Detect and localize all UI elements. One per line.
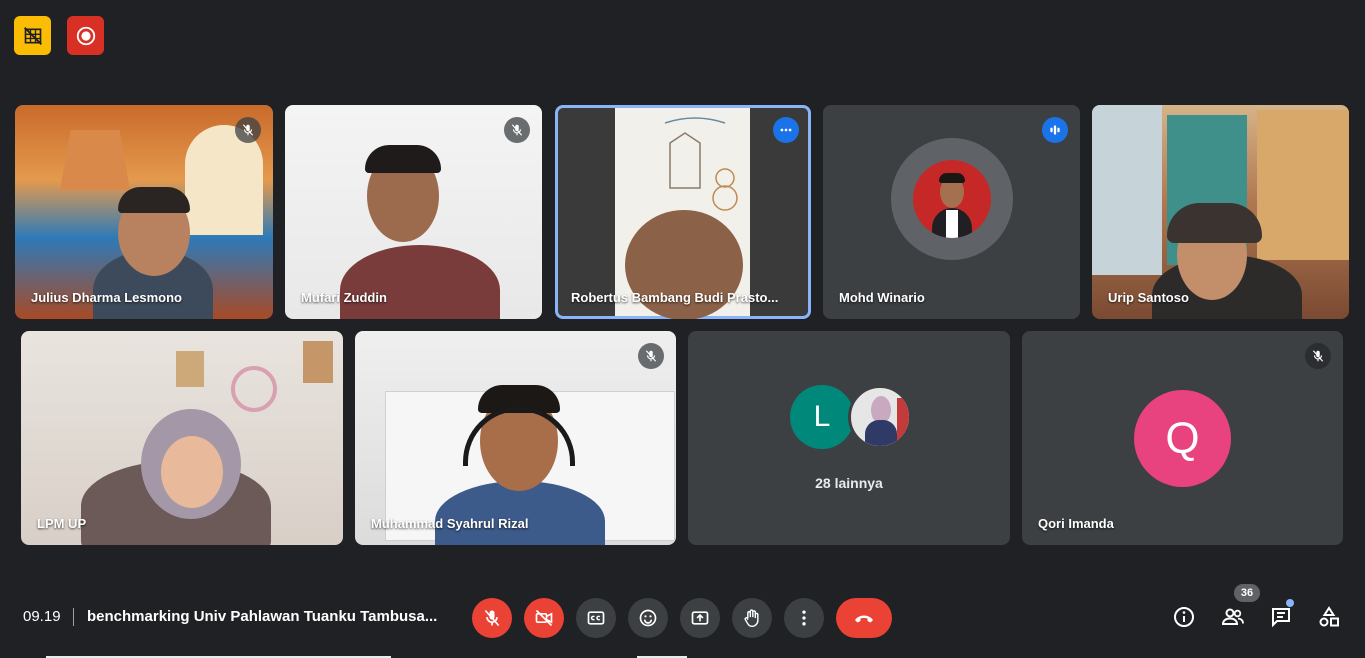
shelf-decoration [303,341,333,383]
reactions-button[interactable] [628,598,668,638]
present-icon [691,611,709,625]
mic-muted-indicator [235,117,261,143]
participant-face [161,436,223,508]
audio-level-icon [1050,125,1060,135]
participant-tile[interactable]: LPM UP [21,331,343,545]
avatar-photo [848,385,912,449]
people-icon [1221,608,1244,625]
avatar-hair [938,173,965,183]
meeting-details-button[interactable] [1167,600,1201,634]
more-horizontal-icon [780,128,792,132]
mic-off-icon [242,124,254,136]
avatar-letter-q: Q [1134,390,1231,487]
participant-name: LPM UP [37,516,87,531]
chat-notification-dot [1286,599,1294,607]
bottom-controls-bar: 09.19 benchmarking Univ Pahlawan Tuanku … [0,588,1365,648]
captions-button[interactable] [576,598,616,638]
avatar-shirt [945,210,958,238]
emoji-icon [639,609,657,627]
participant-name: Robertus Bambang Budi Prasto... [571,290,779,305]
avatar-body [865,420,897,446]
speaking-indicator [1042,117,1068,143]
hood-background [60,130,130,190]
avatar-letter: Q [1165,413,1200,463]
microphone-toggle-button[interactable] [472,598,512,638]
raise-hand-button[interactable] [732,598,772,638]
avatar [912,160,991,238]
participant-tile[interactable]: Urip Santoso [1092,105,1349,319]
building-background [1257,110,1349,260]
info-icon [1174,607,1194,627]
mirror-decoration [231,366,277,412]
hand-icon [744,609,759,628]
shelf-decoration [176,351,204,387]
leave-call-button[interactable] [836,598,892,638]
meeting-title: benchmarking Univ Pahlawan Tuanku Tambus… [87,608,438,625]
mic-muted-indicator [504,117,530,143]
mic-off-icon [484,609,500,627]
mic-muted-indicator [1305,343,1331,369]
avatar-letter: L [813,400,831,433]
avatar-background [897,398,909,446]
others-count-label: 28 lainnya [815,475,883,491]
avatar-ring [890,138,1013,260]
shapes-icon [1319,606,1339,627]
grid-off-icon [23,26,42,45]
camera-toggle-button[interactable] [524,598,564,638]
mic-off-icon [511,124,523,136]
more-options-badge[interactable] [773,117,799,143]
people-button[interactable] [1216,600,1250,634]
meet-window: Julius Dharma Lesmono Mufari Zuddin Robe… [0,0,1365,658]
participant-name: Mufari Zuddin [301,290,387,305]
participant-tile-pinned[interactable]: Robertus Bambang Budi Prasto... [555,105,811,319]
participant-tile[interactable]: Mufari Zuddin [285,105,542,319]
avatar-letter-l: L [790,385,854,449]
mic-muted-indicator [638,343,664,369]
building-background [1092,105,1162,275]
activities-button[interactable] [1312,600,1346,634]
others-tile[interactable]: L 28 lainnya [688,331,1010,545]
closed-captions-icon [587,611,605,625]
participant-tile[interactable]: Mohd Winario [823,105,1080,319]
recording-indicator[interactable] [67,16,104,55]
mic-off-icon [645,350,657,362]
participant-hair [118,187,190,213]
mic-off-icon [1312,350,1324,362]
participant-tile[interactable]: Julius Dharma Lesmono [15,105,273,319]
participant-hair [1167,203,1262,243]
camera-off-icon [535,609,553,627]
more-vertical-icon [802,610,806,626]
hang-up-icon [855,615,873,623]
chat-icon [1272,608,1290,628]
participant-name: Muhammad Syahrul Rizal [371,516,529,531]
record-icon [76,26,95,45]
participant-tile[interactable]: Muhammad Syahrul Rizal [355,331,676,545]
participant-name: Mohd Winario [839,290,925,305]
participant-name: Julius Dharma Lesmono [31,290,182,305]
divider [73,608,74,626]
participant-count-badge: 36 [1234,584,1260,602]
participant-tile[interactable]: Q Qori Imanda [1022,331,1343,545]
meeting-time: 09.19 [23,608,61,625]
present-screen-button[interactable] [680,598,720,638]
participant-name: Qori Imanda [1038,516,1114,531]
more-options-button[interactable] [784,598,824,638]
video-off-indicator[interactable] [14,16,51,55]
participant-name: Urip Santoso [1108,290,1189,305]
participant-hair [365,145,441,173]
participant-body [340,245,500,319]
